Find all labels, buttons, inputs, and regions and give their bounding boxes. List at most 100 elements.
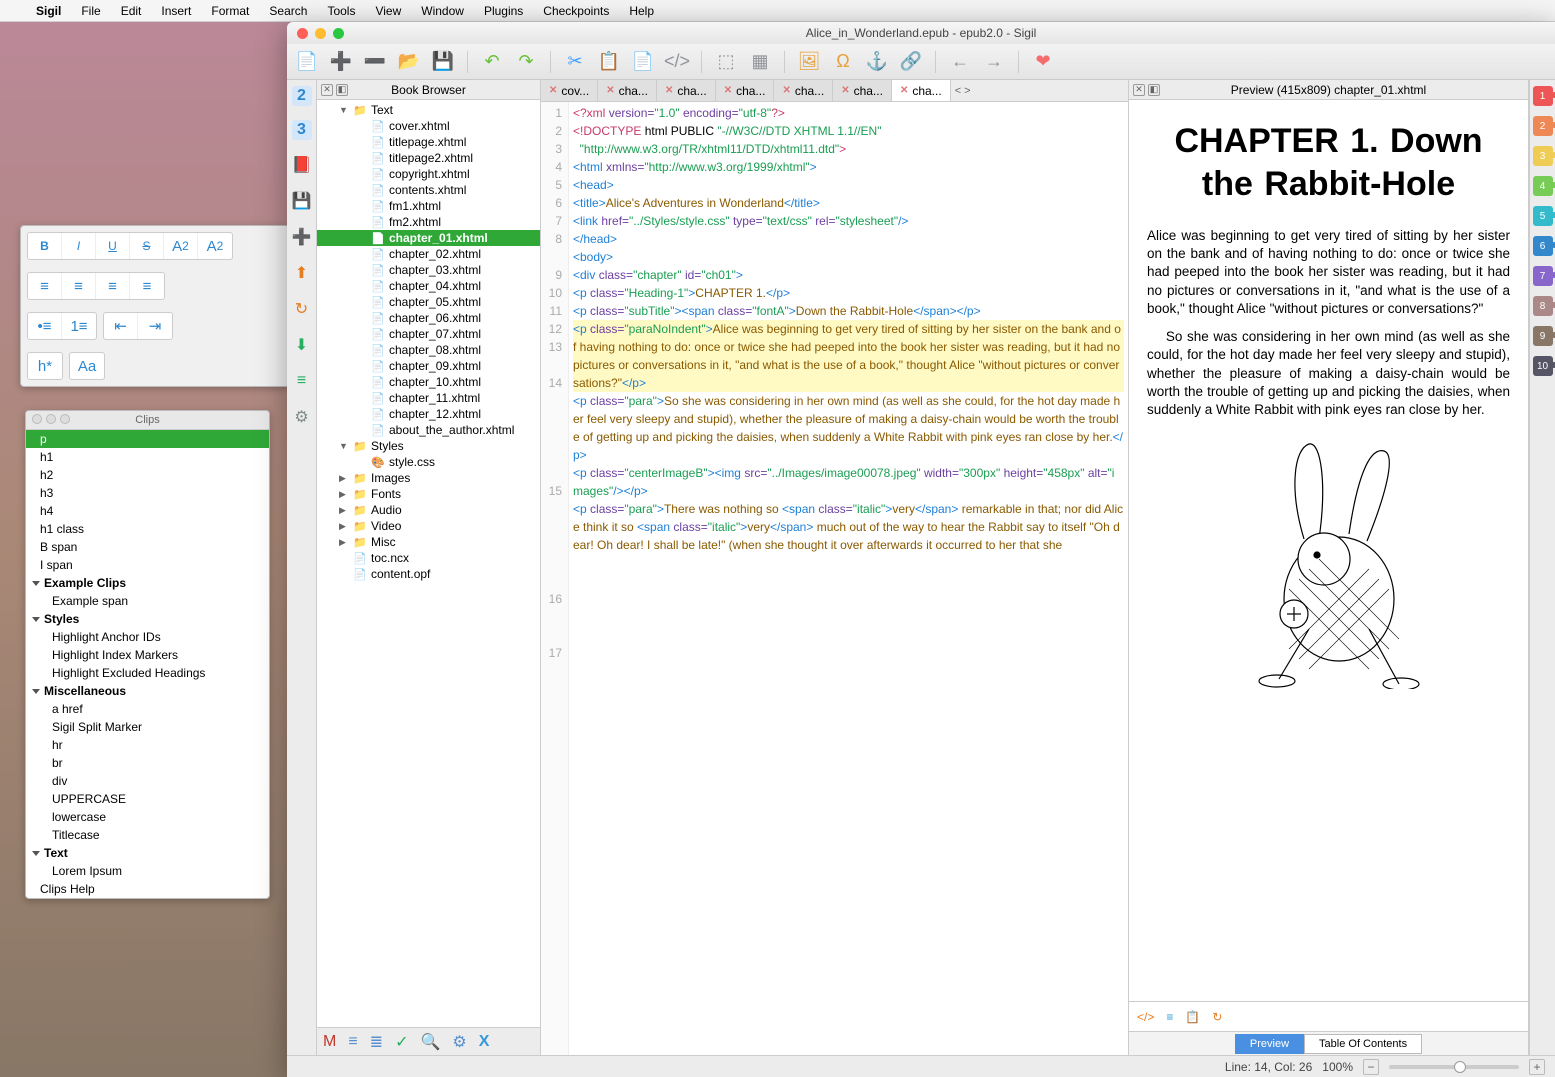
menu-window[interactable]: Window [421,4,464,18]
plugin-x-icon[interactable]: X [479,1033,490,1051]
indent-button[interactable]: ⇥ [138,313,172,339]
close-preview-icon[interactable]: ✕ [1133,84,1145,96]
clip-item[interactable]: Clips Help [26,880,269,898]
menu-plugins[interactable]: Plugins [484,4,523,18]
strip-down-icon[interactable]: ⬇ [291,334,313,356]
plugin-slot-1[interactable]: 1 [1533,86,1553,106]
clip-item[interactable]: I span [26,556,269,574]
redo-icon[interactable]: ↷ [514,50,538,74]
index-icon[interactable]: ≣ [370,1032,383,1052]
zoom-slider[interactable] [1389,1065,1519,1069]
clip-item[interactable]: Styles [26,610,269,628]
outdent-button[interactable]: ⇤ [104,313,138,339]
preview-tab[interactable]: Preview [1235,1034,1304,1054]
menu-edit[interactable]: Edit [121,4,142,18]
tree-node[interactable]: 📄fm1.xhtml [317,198,540,214]
editor-tab[interactable]: ✕cha... [598,80,657,101]
tree-node[interactable]: ▶📁Fonts [317,486,540,502]
tree-node[interactable]: ▶📁Audio [317,502,540,518]
menu-insert[interactable]: Insert [161,4,191,18]
special-char-icon[interactable]: Ω [831,50,855,74]
align-center-button[interactable]: ≡ [62,273,96,299]
detach-panel-icon[interactable]: ◧ [336,84,348,96]
zoom-out-button[interactable]: − [1363,1059,1379,1075]
menu-format[interactable]: Format [211,4,249,18]
validate-icon[interactable]: ⚙ [452,1032,466,1052]
clip-item[interactable]: Miscellaneous [26,682,269,700]
menu-checkpoints[interactable]: Checkpoints [543,4,609,18]
menu-file[interactable]: File [81,4,100,18]
align-left-button[interactable]: ≡ [28,273,62,299]
clip-item[interactable]: B span [26,538,269,556]
detach-preview-icon[interactable]: ◧ [1148,84,1160,96]
bold-button[interactable]: B [28,233,62,259]
tree-node[interactable]: 📄toc.ncx [317,550,540,566]
new-icon[interactable]: 📄 [295,50,319,74]
back-icon[interactable]: ← [948,50,972,74]
plugin-slot-2[interactable]: 2 [1533,116,1553,136]
tree-node[interactable]: 📄chapter_11.xhtml [317,390,540,406]
clip-item[interactable]: Example span [26,592,269,610]
tree-node[interactable]: 📄chapter_12.xhtml [317,406,540,422]
tree-node[interactable]: 📄about_the_author.xhtml [317,422,540,438]
tree-node[interactable]: 📄titlepage2.xhtml [317,150,540,166]
plugin-slot-10[interactable]: 10 [1533,356,1553,376]
tree-node[interactable]: ▶📁Video [317,518,540,534]
plugin-slot-3[interactable]: 3 [1533,146,1553,166]
tree-node[interactable]: 📄chapter_08.xhtml [317,342,540,358]
clip-item[interactable]: a href [26,700,269,718]
tree-node[interactable]: 📄copyright.xhtml [317,166,540,182]
forward-icon[interactable]: → [982,50,1006,74]
clip-item[interactable]: Highlight Index Markers [26,646,269,664]
tree-node[interactable]: 📄chapter_09.xhtml [317,358,540,374]
tree-node[interactable]: ▼📁Styles [317,438,540,454]
zoom-in-button[interactable]: + [1529,1059,1545,1075]
clip-item[interactable]: lowercase [26,808,269,826]
tree-node[interactable]: 📄titlepage.xhtml [317,134,540,150]
plugin-slot-5[interactable]: 5 [1533,206,1553,226]
clip-item[interactable]: h1 class [26,520,269,538]
close-tab-icon[interactable]: ✕ [549,85,557,96]
clip-item[interactable]: Example Clips [26,574,269,592]
close-tab-icon[interactable]: ✕ [665,85,673,96]
superscript-button[interactable]: A2 [198,233,232,259]
tree-node[interactable]: 📄contents.xhtml [317,182,540,198]
close-tab-icon[interactable]: ✕ [841,85,849,96]
code-editor[interactable]: 1234567891011121314151617 <?xml version=… [541,102,1128,1055]
clip-item[interactable]: p [26,430,269,448]
clip-item[interactable]: div [26,772,269,790]
preview-content[interactable]: CHAPTER 1. Down the Rabbit-Hole Alice wa… [1129,100,1528,1001]
paste-icon[interactable]: 📄 [631,50,655,74]
image-icon[interactable]: 🖼 [797,50,821,74]
clip-item[interactable]: h3 [26,484,269,502]
subscript-button[interactable]: A2 [164,233,198,259]
editor-tab[interactable]: ✕cov... [541,80,598,101]
strip-save-icon[interactable]: 💾 [291,190,313,212]
clip-item[interactable]: Text [26,844,269,862]
cut-icon[interactable]: ✂ [563,50,587,74]
menu-view[interactable]: View [375,4,401,18]
open-icon[interactable]: 📂 [397,50,421,74]
editor-tab[interactable]: ✕cha... [774,80,833,101]
clip-item[interactable]: Highlight Anchor IDs [26,628,269,646]
toc-tab[interactable]: Table Of Contents [1304,1034,1422,1054]
align-justify-button[interactable]: ≡ [130,273,164,299]
close-panel-icon[interactable]: ✕ [321,84,333,96]
preview-copy-icon[interactable]: 📋 [1185,1010,1200,1024]
clip-item[interactable]: br [26,754,269,772]
tree-node[interactable]: 📄chapter_07.xhtml [317,326,540,342]
italic-button[interactable]: I [62,233,96,259]
clip-item[interactable]: Lorem Ipsum [26,862,269,880]
tree-node[interactable]: 📄fm2.xhtml [317,214,540,230]
plugin-slot-4[interactable]: 4 [1533,176,1553,196]
tree-node[interactable]: 📄chapter_04.xhtml [317,278,540,294]
strip-list-icon[interactable]: ≡ [291,370,313,392]
link-icon[interactable]: 🔗 [899,50,923,74]
clip-item[interactable]: h1 [26,448,269,466]
tree-node[interactable]: 📄cover.xhtml [317,118,540,134]
preview-select-icon[interactable]: ≡ [1166,1010,1173,1024]
close-tab-icon[interactable]: ✕ [724,85,732,96]
copy-icon[interactable]: 📋 [597,50,621,74]
tree-node[interactable]: 📄chapter_02.xhtml [317,246,540,262]
tree-node[interactable]: 📄chapter_10.xhtml [317,374,540,390]
